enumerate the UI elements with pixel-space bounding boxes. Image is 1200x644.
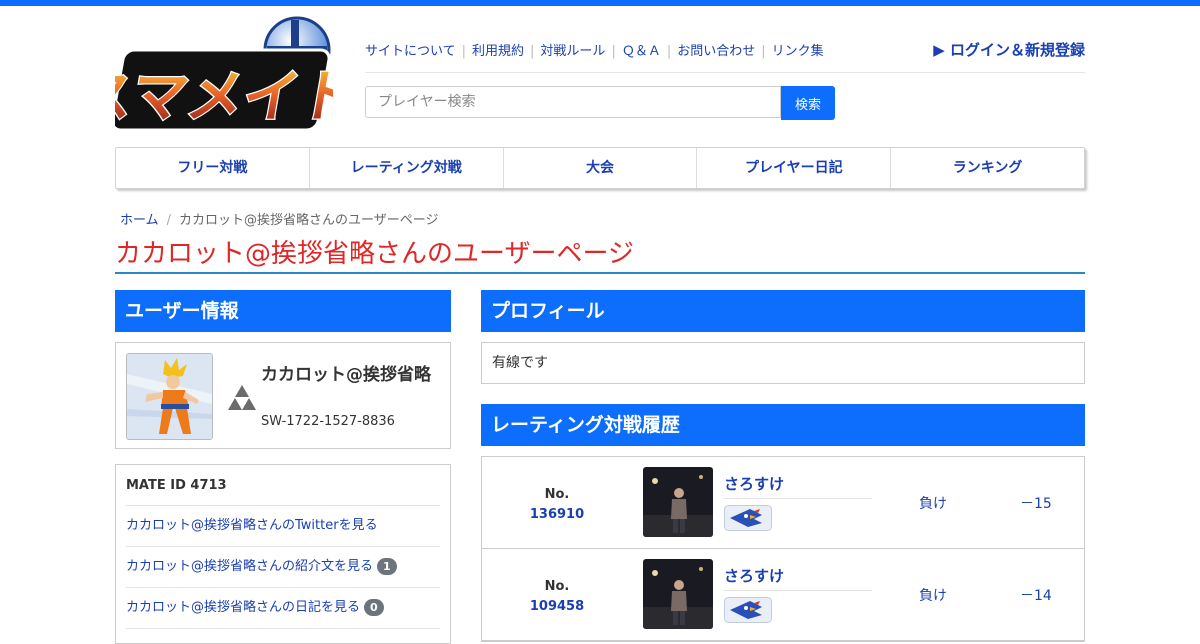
intro-count-badge: 1 (377, 558, 397, 575)
rating-history-list: No. 136910 さろすけ 負け －15 No. 109458 さろすけ 負… (481, 456, 1085, 642)
nav-player-diary[interactable]: プレイヤー日記 (697, 148, 892, 188)
login-register-link[interactable]: ▶ ログイン＆新規登録 (933, 39, 1085, 60)
link-contact[interactable]: お問い合わせ (677, 44, 755, 59)
match-number: No. 109458 (482, 577, 632, 617)
match-number-link[interactable]: 109458 (482, 597, 632, 617)
search-input[interactable] (365, 86, 781, 118)
falco-character-icon (724, 597, 772, 623)
list-item[interactable]: No. 136910 さろすけ 負け －15 (482, 457, 1084, 549)
nav-rating-match[interactable]: レーティング対戦 (310, 148, 504, 188)
rating-change: －15 (1020, 496, 1052, 512)
link-qa[interactable]: Ｑ＆Ａ (622, 44, 661, 59)
match-result: 負け (919, 496, 947, 512)
nav-ranking[interactable]: ランキング (891, 148, 1084, 188)
friend-code: SW-1722-1527-8836 (261, 414, 395, 429)
diary-count-badge: 0 (364, 599, 384, 616)
rating-change: －14 (1020, 588, 1052, 604)
opponent-avatar[interactable] (643, 559, 713, 629)
breadcrumb-current: カカロット@挨拶省略さんのユーザーページ (179, 213, 439, 228)
user-info-heading: ユーザー情報 (115, 290, 451, 332)
page-title: カカロット@挨拶省略さんのユーザーページ (115, 236, 1085, 274)
profile-text: 有線です (481, 342, 1085, 384)
match-number-link[interactable]: 136910 (482, 505, 632, 525)
breadcrumb: ホーム / カカロット@挨拶省略さんのユーザーページ (120, 213, 439, 228)
diary-link[interactable]: カカロット@挨拶省略さんの日記を見る (126, 600, 360, 615)
falco-character-icon (724, 505, 772, 531)
nav-tournament[interactable]: 大会 (504, 148, 698, 188)
search-button[interactable]: 検索 (781, 86, 835, 120)
link-rules[interactable]: 対戦ルール (540, 44, 605, 59)
user-info-column: ユーザー情報 カカロット@挨拶省略 SW-1722-1527-8836 MATE… (115, 290, 451, 644)
user-links-box: MATE ID 4713 カカロット@挨拶省略さんのTwitterを見る カカロ… (115, 464, 451, 644)
user-card: カカロット@挨拶省略 SW-1722-1527-8836 (115, 342, 451, 449)
triforce-icon (228, 385, 256, 410)
opponent-name[interactable]: さろすけ (724, 565, 872, 591)
header-divider (365, 72, 1085, 73)
intro-link[interactable]: カカロット@挨拶省略さんの紹介文を見る (126, 559, 373, 574)
diary-link-row[interactable]: カカロット@挨拶省略さんの日記を見る 0 (126, 588, 440, 629)
link-about[interactable]: サイトについて (365, 44, 456, 59)
player-search: 検索 (365, 86, 835, 120)
link-terms[interactable]: 利用規約 (472, 44, 524, 59)
nav-free-match[interactable]: フリー対戦 (116, 148, 310, 188)
list-item[interactable]: No. 109458 さろすけ 負け －14 (482, 549, 1084, 641)
mate-id: MATE ID 4713 (126, 465, 440, 506)
header-links: サイトについて | 利用規約 | 対戦ルール | Ｑ＆Ａ | お問い合わせ | リンク集 (365, 44, 824, 59)
opponent-name[interactable]: さろすけ (724, 473, 872, 499)
twitter-link[interactable]: カカロット@挨拶省略さんのTwitterを見る (126, 518, 378, 533)
match-result: 負け (919, 588, 947, 604)
twitter-link-row[interactable]: カカロット@挨拶省略さんのTwitterを見る (126, 506, 440, 547)
user-name: カカロット@挨拶省略 (261, 365, 431, 385)
link-links[interactable]: リンク集 (772, 44, 824, 59)
profile-heading: プロフィール (481, 290, 1085, 332)
logo-text: スマメイト (115, 65, 333, 130)
avatar (126, 353, 213, 440)
main-nav: フリー対戦 レーティング対戦 大会 プレイヤー日記 ランキング (115, 147, 1085, 189)
intro-link-row[interactable]: カカロット@挨拶省略さんの紹介文を見る 1 (126, 547, 440, 588)
breadcrumb-home[interactable]: ホーム (120, 213, 159, 228)
top-accent-bar (0, 0, 1200, 6)
profile-column: プロフィール 有線です レーティング対戦履歴 No. 136910 さろすけ 負… (481, 290, 1085, 642)
opponent-avatar[interactable] (643, 467, 713, 537)
rating-history-heading: レーティング対戦履歴 (481, 404, 1085, 446)
smamate-logo[interactable]: スマメイト (115, 14, 333, 142)
match-number: No. 136910 (482, 485, 632, 525)
